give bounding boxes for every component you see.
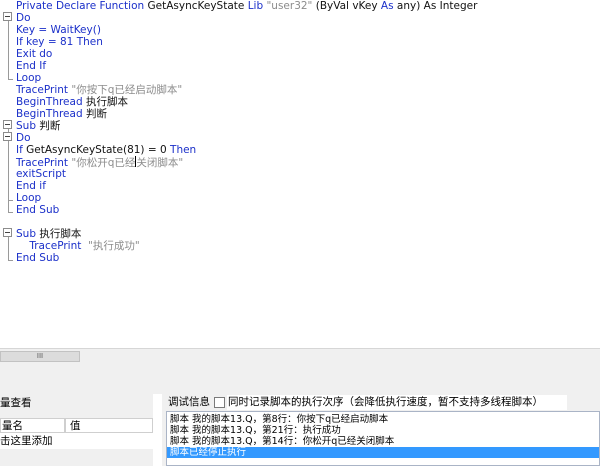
code-editor[interactable]: Private Declare Function GetAsyncKeyStat… bbox=[0, 0, 600, 348]
code-line[interactable]: Key = WaitKey() bbox=[16, 24, 101, 36]
code-string: "user32" bbox=[266, 0, 313, 12]
fold-end-marker bbox=[8, 79, 13, 80]
code-keyword: Then bbox=[76, 36, 103, 48]
code-keyword: Loop bbox=[16, 192, 42, 204]
code-keyword: exitScript bbox=[16, 168, 66, 180]
scrollbar-thumb[interactable]: III bbox=[0, 351, 80, 362]
code-line[interactable]: Exit do bbox=[16, 48, 52, 60]
code-line[interactable]: Loop bbox=[16, 72, 41, 84]
variable-name-column-header[interactable]: 量名 bbox=[0, 418, 65, 433]
code-line[interactable]: If key = 81 Then bbox=[16, 36, 103, 48]
code-keyword: Sub bbox=[16, 120, 40, 132]
code-text: 判断 bbox=[85, 108, 107, 120]
code-keyword: Do bbox=[16, 132, 31, 144]
code-line[interactable]: Sub 执行脚本 bbox=[16, 228, 81, 240]
fold-toggle-sub-exec[interactable] bbox=[3, 228, 12, 237]
code-keyword: WaitKey() bbox=[50, 24, 101, 36]
add-variable-cell[interactable]: 击这里添加 bbox=[0, 433, 65, 449]
code-keyword: End If bbox=[16, 60, 47, 72]
fold-end-marker bbox=[8, 260, 13, 261]
variable-value-column-header[interactable]: 值 bbox=[65, 418, 153, 433]
code-line[interactable]: End if bbox=[16, 180, 46, 192]
log-line[interactable]: 脚本 我的脚本13.Q，第21行：执行成功 bbox=[170, 425, 341, 436]
code-line[interactable]: Do bbox=[16, 12, 31, 24]
code-keyword: TracePrint bbox=[16, 84, 72, 96]
fold-toggle-do-inner[interactable] bbox=[3, 132, 12, 141]
code-keyword: Do bbox=[16, 12, 31, 24]
variable-value-cell[interactable] bbox=[65, 433, 153, 449]
record-execution-order-checkbox[interactable] bbox=[214, 397, 225, 408]
code-line[interactable]: End Sub bbox=[16, 204, 59, 216]
panel-splitter[interactable] bbox=[0, 364, 600, 394]
code-keyword: BeginThread bbox=[16, 96, 86, 108]
fold-guide bbox=[8, 21, 9, 80]
log-line[interactable]: 脚本 我的脚本13.Q，第14行：你松开q已经关闭脚本 bbox=[170, 436, 394, 447]
debug-log-list[interactable]: 脚本 我的脚本13.Q，第8行：你按下q已经启动脚本 脚本 我的脚本13.Q，第… bbox=[166, 411, 600, 466]
code-line[interactable]: End If bbox=[16, 60, 46, 72]
code-keyword: Then bbox=[170, 144, 197, 156]
code-text: (ByVal vKey bbox=[312, 0, 381, 12]
code-line[interactable]: exitScript bbox=[16, 168, 66, 180]
code-line[interactable]: Loop bbox=[16, 192, 41, 204]
horizontal-scrollbar[interactable]: III bbox=[0, 348, 600, 364]
fold-toggle-do[interactable] bbox=[3, 12, 12, 21]
log-line-selected[interactable]: 脚本已经停止执行 bbox=[167, 447, 599, 458]
code-keyword: End Sub bbox=[16, 204, 60, 216]
code-keyword: Loop bbox=[16, 72, 42, 84]
fold-end-marker bbox=[8, 212, 13, 213]
code-keyword: As bbox=[380, 0, 397, 12]
code-keyword: Exit do bbox=[16, 48, 53, 60]
code-keyword: End if bbox=[16, 180, 46, 192]
code-keyword: If bbox=[16, 144, 27, 156]
record-execution-order-label[interactable]: 同时记录脚本的执行次序（会降低执行速度，暂不支持多线程脚本） bbox=[228, 396, 543, 409]
fold-toggle-sub-judge[interactable] bbox=[3, 120, 12, 129]
code-text: 执行脚本 bbox=[39, 228, 82, 240]
debug-info-label: 调试信息 bbox=[168, 396, 210, 408]
code-line[interactable]: BeginThread 判断 bbox=[16, 108, 107, 120]
code-line[interactable]: Do bbox=[16, 132, 31, 144]
code-line[interactable]: BeginThread 执行脚本 bbox=[16, 96, 128, 108]
code-string: "你松开q已经 bbox=[71, 157, 136, 169]
code-line[interactable]: Sub 判断 bbox=[16, 120, 60, 132]
fold-end-marker bbox=[8, 200, 13, 201]
code-string: 关闭脚本" bbox=[136, 157, 184, 169]
code-text: GetAsyncKeyState(81) = 0 bbox=[26, 144, 171, 156]
code-keyword: If key = 81 bbox=[16, 36, 77, 48]
code-text: 执行脚本 bbox=[85, 96, 128, 108]
code-string: "执行成功" bbox=[84, 240, 140, 252]
code-line[interactable]: End Sub bbox=[16, 252, 59, 264]
code-keyword: Private Declare Function bbox=[16, 0, 148, 12]
code-keyword: End Sub bbox=[16, 252, 60, 264]
code-text: GetAsyncKeyState bbox=[147, 0, 248, 12]
log-line[interactable]: 脚本 我的脚本13.Q，第8行：你按下q已经启动脚本 bbox=[170, 414, 388, 425]
code-line[interactable]: TracePrint "执行成功" bbox=[16, 240, 140, 252]
code-line[interactable]: If GetAsyncKeyState(81) = 0 Then bbox=[16, 144, 196, 156]
code-text: As Integer bbox=[423, 0, 478, 12]
code-keyword: Lib bbox=[247, 0, 267, 12]
fold-guide bbox=[8, 237, 9, 261]
code-line[interactable]: TracePrint "你松开q已经关闭脚本" bbox=[16, 156, 184, 169]
code-line[interactable]: Private Declare Function GetAsyncKeyStat… bbox=[16, 0, 477, 12]
code-line[interactable]: TracePrint "你按下q已经启动脚本" bbox=[16, 84, 182, 96]
code-text: 判断 bbox=[39, 120, 61, 132]
code-text: any) bbox=[396, 0, 424, 12]
variables-panel-title: 量查看 bbox=[0, 397, 32, 409]
code-keyword: BeginThread bbox=[16, 108, 86, 120]
code-keyword: Key = bbox=[16, 24, 51, 36]
code-keyword: TracePrint bbox=[16, 240, 85, 252]
code-keyword: Sub bbox=[16, 228, 40, 240]
code-string: "你按下q已经启动脚本" bbox=[71, 84, 183, 96]
